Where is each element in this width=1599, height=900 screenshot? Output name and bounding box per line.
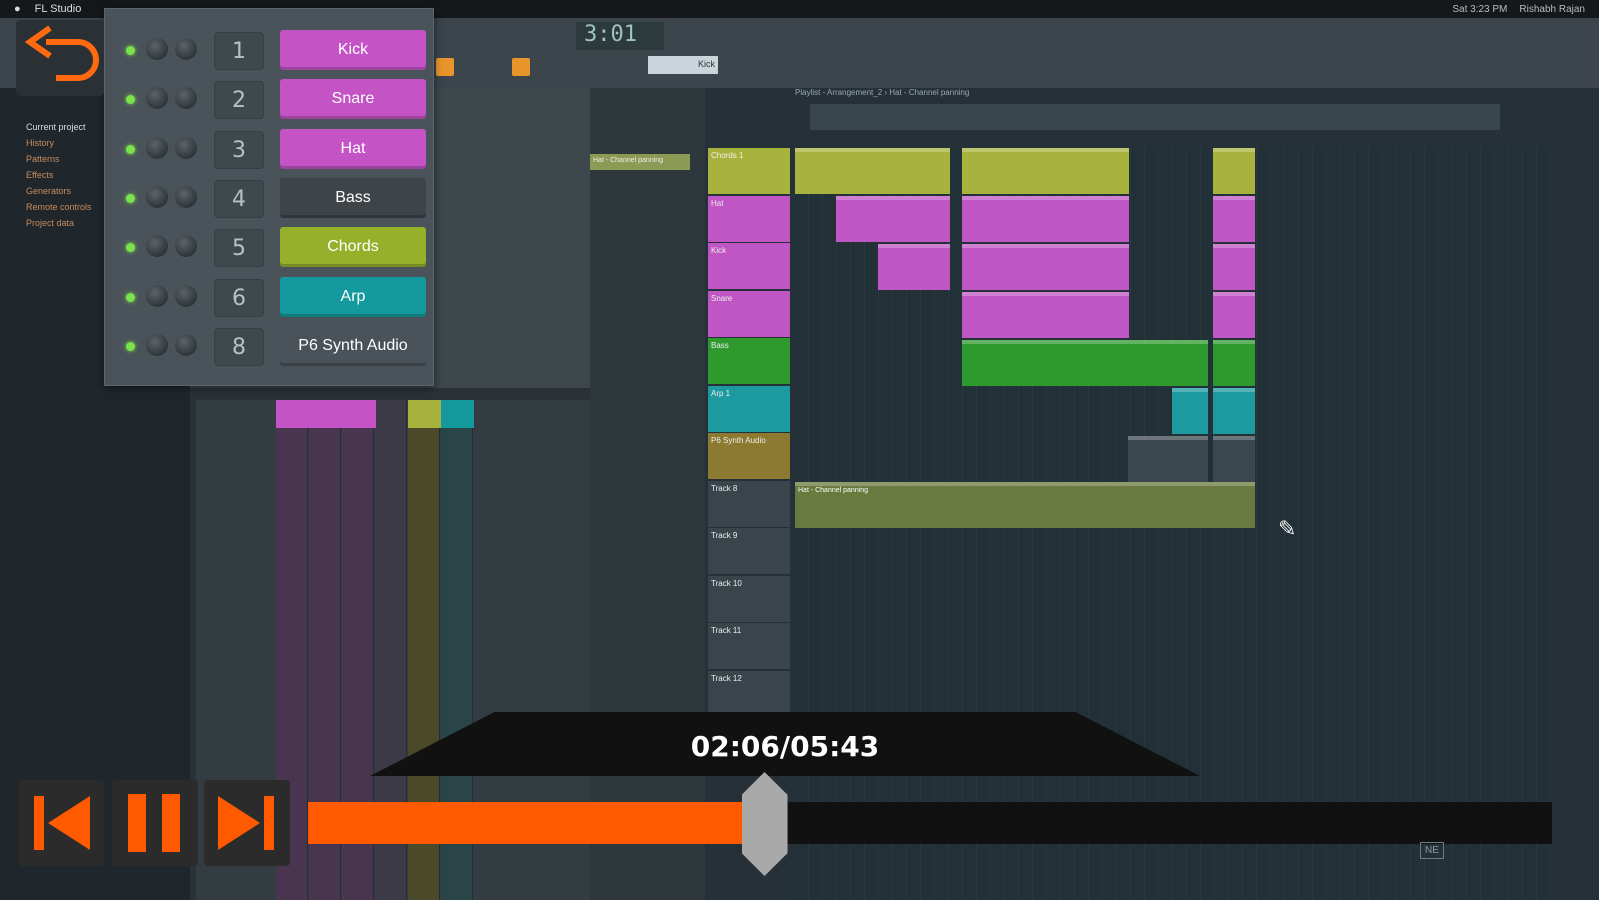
channel-button[interactable]: Bass	[280, 177, 426, 218]
pattern-clip[interactable]	[962, 196, 1129, 242]
next-button[interactable]	[204, 780, 290, 866]
channel-button[interactable]: Snare	[280, 79, 426, 120]
channel-mute-led[interactable]	[126, 341, 135, 351]
pan-knob[interactable]	[146, 284, 168, 307]
pattern-clip[interactable]	[962, 148, 1129, 194]
channel-row: 4 Bass	[118, 177, 428, 222]
mixer-track-number[interactable]: 4	[214, 179, 264, 218]
mixer-track-number[interactable]: 1	[214, 32, 264, 70]
playlist-picker: Hat - Channel panning	[590, 88, 705, 900]
channel-row: 1 Kick	[118, 30, 428, 74]
pattern-clip[interactable]	[1213, 196, 1255, 242]
pattern-clip[interactable]	[1213, 292, 1255, 338]
channel-row: 5 Chords	[118, 227, 428, 271]
track-header[interactable]: Arp 1	[708, 385, 790, 432]
channel-row: 6 Arp	[118, 276, 428, 321]
volume-knob[interactable]	[175, 333, 197, 356]
pan-knob[interactable]	[146, 87, 168, 110]
volume-knob[interactable]	[175, 136, 197, 159]
seek-bar-progress	[308, 802, 765, 844]
pause-button[interactable]	[112, 780, 198, 866]
track-header[interactable]: Hat	[708, 195, 790, 242]
previous-button[interactable]	[18, 780, 104, 866]
playlist-overview-scrollbar[interactable]	[810, 104, 1500, 130]
pan-knob[interactable]	[146, 333, 168, 356]
song-time-display: 3:01	[576, 22, 664, 50]
audio-clip[interactable]	[1213, 436, 1255, 482]
pattern-clip[interactable]	[1213, 388, 1255, 434]
track-header[interactable]: Chords 1	[708, 148, 790, 194]
pan-knob[interactable]	[146, 38, 168, 60]
track-header[interactable]: Track 11	[708, 623, 790, 669]
channel-mute-led[interactable]	[126, 193, 135, 203]
channel-button[interactable]: Chords	[280, 227, 426, 268]
channel-button[interactable]: P6 Synth Audio	[280, 325, 426, 366]
automation-clip[interactable]: Hat - Channel panning	[795, 482, 1255, 528]
mixer-track-number[interactable]: 3	[214, 130, 264, 169]
watermark-logo: NE	[1420, 842, 1444, 859]
channel-button[interactable]: Arp	[280, 276, 426, 317]
undo-icon[interactable]	[16, 20, 104, 96]
pattern-clip[interactable]	[1172, 388, 1208, 434]
track-header[interactable]: Track 8	[708, 480, 790, 527]
automation-clip-item[interactable]: Hat - Channel panning	[590, 154, 690, 170]
volume-knob[interactable]	[175, 87, 197, 110]
pointer-cursor-icon: ✎	[1278, 516, 1297, 541]
playlist-title: Playlist - Arrangement_2 › Hat - Channel…	[795, 88, 970, 97]
channel-mute-led[interactable]	[126, 243, 135, 253]
pan-knob[interactable]	[146, 235, 168, 258]
channel-mute-led[interactable]	[126, 46, 135, 55]
channel-button[interactable]: Hat	[280, 128, 426, 169]
track-header[interactable]: Snare	[708, 290, 790, 337]
channel-row: 2 Snare	[118, 79, 428, 123]
pattern-clip[interactable]	[962, 292, 1129, 338]
pattern-clip[interactable]	[1213, 148, 1255, 194]
track-header[interactable]: P6 Synth Audio	[708, 433, 790, 479]
mixer-track-number[interactable]: 5	[214, 229, 264, 268]
pattern-clip[interactable]	[795, 148, 950, 194]
apple-icon[interactable]: ●	[14, 3, 21, 15]
pattern-selector[interactable]: Kick	[648, 56, 718, 74]
snap-button[interactable]	[436, 58, 454, 76]
volume-knob[interactable]	[175, 284, 197, 307]
track-header[interactable]: Track 12	[708, 670, 790, 717]
user-name[interactable]: Rishabh Rajan	[1519, 4, 1585, 15]
channel-row: 8 P6 Synth Audio	[118, 325, 428, 370]
volume-knob[interactable]	[175, 185, 197, 208]
channel-mute-led[interactable]	[126, 144, 135, 154]
app-name[interactable]: FL Studio	[35, 3, 82, 15]
pan-knob[interactable]	[146, 185, 168, 208]
channel-button[interactable]: Kick	[280, 30, 426, 70]
volume-knob[interactable]	[175, 235, 197, 258]
pan-knob[interactable]	[146, 136, 168, 159]
track-header[interactable]: Track 9	[708, 528, 790, 574]
pattern-clip[interactable]	[1213, 244, 1255, 290]
track-header[interactable]: Bass	[708, 338, 790, 384]
channel-mute-led[interactable]	[126, 95, 135, 105]
mixer-track-number[interactable]: 6	[214, 278, 264, 317]
track-header[interactable]: Track 10	[708, 575, 790, 622]
mixer-track-number[interactable]: 8	[214, 327, 264, 366]
pattern-clip[interactable]	[1213, 340, 1255, 386]
audio-clip[interactable]	[1128, 436, 1208, 482]
pattern-clip[interactable]	[962, 244, 1129, 290]
channel-row: 3 Hat	[118, 128, 428, 173]
draw-tool-button[interactable]	[512, 58, 530, 76]
clock: Sat 3:23 PM	[1452, 3, 1508, 15]
pattern-clip[interactable]	[962, 340, 1208, 386]
track-header[interactable]: Kick	[708, 243, 790, 289]
pattern-clip[interactable]	[878, 244, 950, 290]
timecode: 02:06/05:43	[690, 730, 880, 763]
channel-mute-led[interactable]	[126, 292, 135, 302]
mixer-track-number[interactable]: 2	[214, 81, 264, 120]
volume-knob[interactable]	[175, 38, 197, 60]
pattern-clip[interactable]	[836, 196, 950, 242]
